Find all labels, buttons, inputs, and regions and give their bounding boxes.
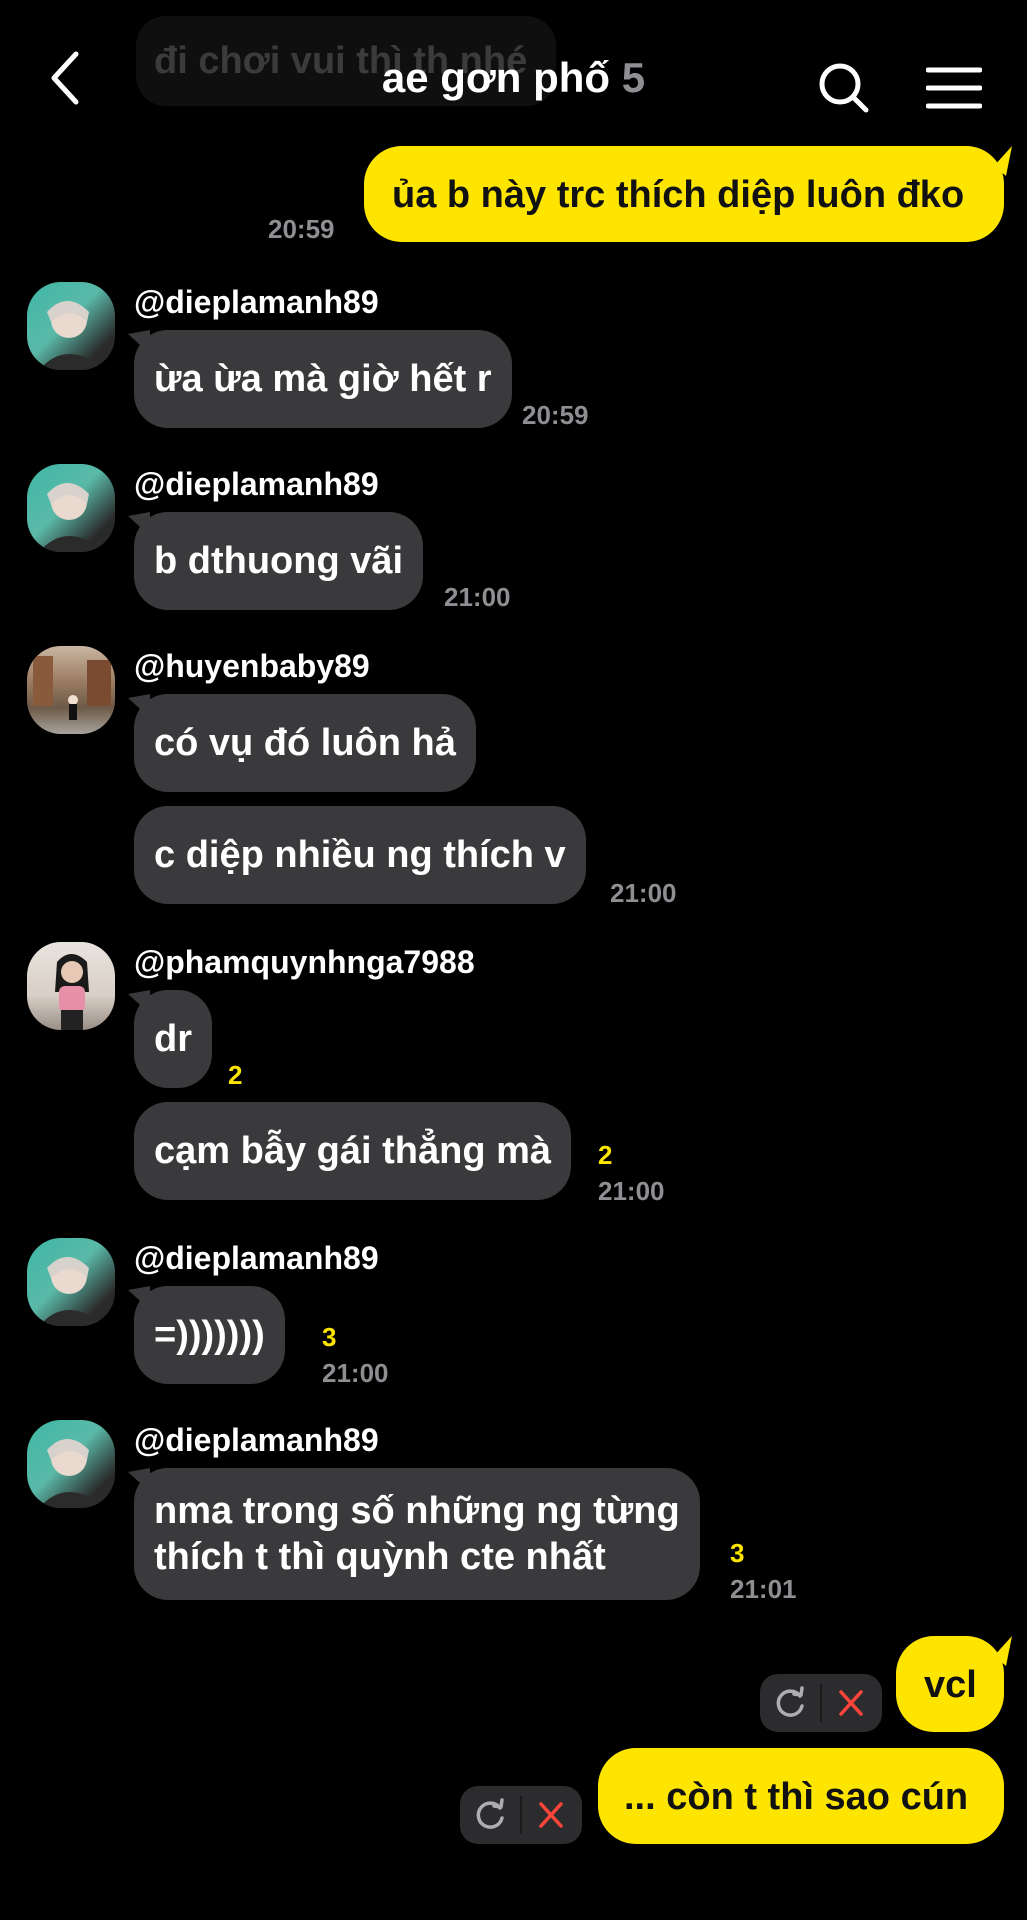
incoming-message-bubble[interactable]: cạm bẫy gái thẳng mà	[134, 1102, 572, 1200]
message-text-line: thích t thì quỳnh cte nhất	[154, 1536, 606, 1578]
bubble-tail	[128, 330, 150, 354]
sender-name[interactable]: @dieplamanh89	[134, 466, 379, 503]
resend-button[interactable]	[760, 1674, 821, 1732]
bubble-tail	[128, 512, 150, 536]
incoming-message-bubble[interactable]: =)))))))	[134, 1286, 285, 1384]
bubble-tail	[128, 1468, 150, 1492]
avatar-image	[39, 1439, 105, 1508]
message-time: 21:00	[444, 582, 511, 612]
resend-button[interactable]	[460, 1786, 521, 1844]
unread-count: 2	[228, 1060, 243, 1090]
header-bar: ae gơn phố 5	[0, 0, 1027, 140]
avatar[interactable]	[27, 1420, 115, 1508]
message-time: 21:00	[598, 1176, 665, 1206]
incoming-message-bubble[interactable]: b dthuong vãi	[134, 512, 424, 610]
bubble-tail	[994, 146, 1012, 176]
incoming-message-bubble[interactable]: nma trong số những ng từng thích t thì q…	[134, 1468, 700, 1600]
bubble-tail	[128, 694, 150, 718]
avatar[interactable]	[27, 942, 115, 1030]
close-x-icon	[839, 1690, 863, 1716]
sender-name[interactable]: @dieplamanh89	[134, 284, 379, 321]
unread-count: 3	[730, 1538, 745, 1568]
bubble-tail	[994, 1636, 1012, 1666]
message-time: 21:01	[730, 1574, 797, 1604]
failed-send-actions	[460, 1786, 582, 1844]
message-time: 21:00	[322, 1358, 389, 1388]
incoming-message-bubble[interactable]: ừa ừa mà giờ hết r	[134, 330, 512, 428]
sender-name[interactable]: @dieplamanh89	[134, 1422, 379, 1459]
message-text-line: nma trong số những ng từng	[154, 1490, 680, 1532]
incoming-message-bubble[interactable]: c diệp nhiều ng thích v	[134, 806, 586, 904]
message-text: b dthuong vãi	[154, 540, 404, 582]
avatar[interactable]	[27, 1238, 115, 1326]
incoming-message-bubble[interactable]: có vụ đó luôn hả	[134, 694, 476, 792]
hamburger-menu-icon	[925, 67, 983, 109]
sender-name[interactable]: @phamquynhnga7988	[134, 944, 475, 981]
message-text: vcl	[924, 1664, 977, 1706]
message-text: dr	[154, 1018, 192, 1060]
message-text: c diệp nhiều ng thích v	[154, 834, 566, 876]
message-text: ừa ừa mà giờ hết r	[154, 358, 492, 400]
refresh-icon	[776, 1686, 804, 1717]
delete-failed-button[interactable]	[521, 1786, 582, 1844]
search-icon	[819, 63, 869, 113]
chat-title[interactable]: ae gơn phố 5	[0, 54, 1027, 102]
close-x-icon	[539, 1802, 563, 1828]
sender-name[interactable]: @dieplamanh89	[134, 1240, 379, 1277]
avatar[interactable]	[27, 282, 115, 370]
search-button[interactable]	[816, 60, 872, 116]
avatar-image	[39, 483, 105, 552]
delete-failed-button[interactable]	[821, 1674, 882, 1732]
unread-count: 3	[322, 1322, 337, 1352]
outgoing-message-bubble[interactable]: vcl	[896, 1636, 1004, 1732]
bubble-tail	[128, 990, 150, 1014]
outgoing-message-bubble[interactable]: ... còn t thì sao cún	[598, 1748, 1004, 1844]
menu-button[interactable]	[925, 66, 983, 110]
message-time: 21:00	[610, 878, 677, 908]
failed-send-actions	[760, 1674, 882, 1732]
avatar[interactable]	[27, 464, 115, 552]
avatar-image	[39, 301, 105, 370]
avatar-image	[55, 954, 89, 1030]
avatar-image	[39, 1257, 105, 1326]
message-text: =)))))))	[154, 1314, 265, 1356]
message-text: cạm bẫy gái thẳng mà	[154, 1130, 552, 1172]
message-text: ... còn t thì sao cún	[624, 1776, 969, 1818]
refresh-icon	[476, 1798, 504, 1829]
message-time: 20:59	[268, 214, 335, 244]
message-text: có vụ đó luôn hả	[154, 722, 456, 764]
message-time: 20:59	[522, 400, 589, 430]
avatar-image	[33, 656, 111, 720]
outgoing-message-bubble[interactable]: ủa b này trc thích diệp luôn đko	[364, 146, 1004, 242]
bubble-tail	[128, 1286, 150, 1310]
member-count: 5	[621, 54, 646, 101]
message-text: ủa b này trc thích diệp luôn đko	[392, 174, 965, 216]
avatar[interactable]	[27, 646, 115, 734]
chat-title-text: ae gơn phố	[381, 54, 611, 101]
sender-name[interactable]: @huyenbaby89	[134, 648, 370, 685]
unread-count: 2	[598, 1140, 613, 1170]
